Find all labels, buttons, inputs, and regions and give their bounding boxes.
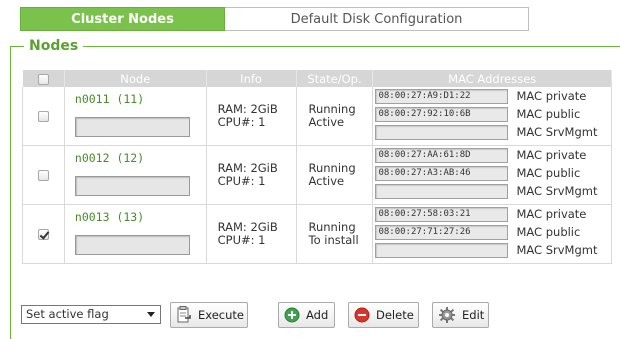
cpu-text: CPU#: 1 bbox=[217, 174, 266, 188]
edit-label: Edit bbox=[462, 308, 485, 322]
node-cell: n0011 (11) bbox=[64, 87, 207, 146]
table-row: n0013 (13) RAM: 2GiB CPU#: 1 Running To … bbox=[22, 204, 612, 264]
delete-label: Delete bbox=[376, 308, 414, 322]
mac-public-field[interactable]: 08:00:27:A3:AB:46 bbox=[375, 166, 509, 181]
node-name: n0012 (12) bbox=[74, 151, 145, 165]
header-mac-addresses: MAC Addresses bbox=[372, 70, 612, 87]
state-cell: Running To install bbox=[296, 204, 374, 264]
mac-public-label: MAC public bbox=[516, 225, 581, 239]
node-cell: n0013 (13) bbox=[64, 204, 207, 264]
mac-srvmgmt-label: MAC SrvMgmt bbox=[516, 243, 598, 257]
row-checkbox[interactable] bbox=[37, 229, 49, 240]
table-row: n0012 (12) RAM: 2GiB CPU#: 1 Running Act… bbox=[22, 145, 612, 205]
mac-private-field[interactable]: 08:00:27:A9:D1:22 bbox=[375, 89, 509, 104]
gear-icon bbox=[438, 306, 456, 324]
mac-srvmgmt-label: MAC SrvMgmt bbox=[516, 184, 598, 198]
action-select-value: Set active flag bbox=[26, 307, 109, 321]
state-cell: Running Active bbox=[296, 145, 374, 205]
add-label: Add bbox=[306, 308, 329, 322]
add-button[interactable]: Add bbox=[278, 302, 335, 328]
mac-srvmgmt-label: MAC SrvMgmt bbox=[516, 125, 598, 139]
add-icon bbox=[284, 306, 300, 324]
mac-cell: 08:00:27:A9:D1:22 08:00:27:92:10:6B MAC … bbox=[372, 87, 612, 146]
table-row: n0011 (11) RAM: 2GiB CPU#: 1 Running Act… bbox=[22, 87, 612, 146]
mac-private-label: MAC private bbox=[516, 148, 587, 162]
state-cell: Running Active bbox=[296, 87, 374, 146]
row-check-cell bbox=[22, 204, 65, 264]
mac-srvmgmt-field[interactable] bbox=[375, 243, 509, 258]
op-text: Active bbox=[308, 174, 345, 188]
mac-cell: 08:00:27:58:03:21 08:00:27:71:27:26 MAC … bbox=[372, 204, 612, 264]
op-text: Active bbox=[308, 115, 345, 129]
info-cell: RAM: 2GiB CPU#: 1 bbox=[206, 145, 297, 205]
dropdown-arrow-icon bbox=[147, 312, 155, 317]
header-info: Info bbox=[206, 70, 297, 87]
action-select[interactable]: Set active flag bbox=[21, 305, 161, 324]
tab-cluster-nodes[interactable]: Cluster Nodes bbox=[20, 7, 225, 31]
mac-public-label: MAC public bbox=[516, 107, 581, 121]
table-header-row: Node Info State/Op. MAC Addresses bbox=[22, 70, 612, 87]
header-state: State/Op. bbox=[296, 70, 374, 87]
tab-bar: Cluster Nodes Default Disk Configuration bbox=[20, 7, 529, 31]
row-checkbox[interactable] bbox=[37, 170, 49, 181]
node-input[interactable] bbox=[74, 235, 190, 255]
nodes-legend: Nodes bbox=[24, 38, 84, 54]
execute-label: Execute bbox=[198, 308, 244, 322]
delete-icon bbox=[354, 306, 370, 324]
delete-button[interactable]: Delete bbox=[348, 302, 419, 328]
mac-srvmgmt-field[interactable] bbox=[375, 184, 509, 199]
select-all-checkbox[interactable] bbox=[37, 73, 49, 85]
clipboard-run-icon bbox=[176, 306, 192, 324]
op-text: To install bbox=[308, 233, 359, 247]
node-input[interactable] bbox=[74, 117, 190, 137]
header-node: Node bbox=[64, 70, 207, 87]
mac-srvmgmt-field[interactable] bbox=[375, 125, 509, 140]
mac-private-field[interactable]: 08:00:27:58:03:21 bbox=[375, 207, 509, 222]
node-cell: n0012 (12) bbox=[64, 145, 207, 205]
node-name: n0011 (11) bbox=[74, 92, 145, 106]
node-input[interactable] bbox=[74, 176, 190, 196]
row-check-cell bbox=[22, 145, 65, 205]
execute-button[interactable]: Execute bbox=[170, 302, 248, 328]
info-cell: RAM: 2GiB CPU#: 1 bbox=[206, 87, 297, 146]
mac-public-label: MAC public bbox=[516, 166, 581, 180]
mac-public-field[interactable]: 08:00:27:92:10:6B bbox=[375, 107, 509, 122]
mac-private-label: MAC private bbox=[516, 207, 587, 221]
info-cell: RAM: 2GiB CPU#: 1 bbox=[206, 204, 297, 264]
header-select-all[interactable] bbox=[22, 70, 65, 87]
node-name: n0013 (13) bbox=[74, 210, 145, 224]
row-check-cell bbox=[22, 87, 65, 146]
mac-private-field[interactable]: 08:00:27:AA:61:8D bbox=[375, 148, 509, 163]
cpu-text: CPU#: 1 bbox=[217, 115, 266, 129]
edit-button[interactable]: Edit bbox=[432, 302, 489, 328]
mac-cell: 08:00:27:AA:61:8D 08:00:27:A3:AB:46 MAC … bbox=[372, 145, 612, 205]
nodes-table: Node Info State/Op. MAC Addresses n0011 … bbox=[22, 70, 612, 264]
mac-public-field[interactable]: 08:00:27:71:27:26 bbox=[375, 225, 509, 240]
row-checkbox[interactable] bbox=[37, 111, 49, 122]
cpu-text: CPU#: 1 bbox=[217, 233, 266, 247]
tab-default-disk-configuration[interactable]: Default Disk Configuration bbox=[225, 7, 529, 31]
mac-private-label: MAC private bbox=[516, 89, 587, 103]
